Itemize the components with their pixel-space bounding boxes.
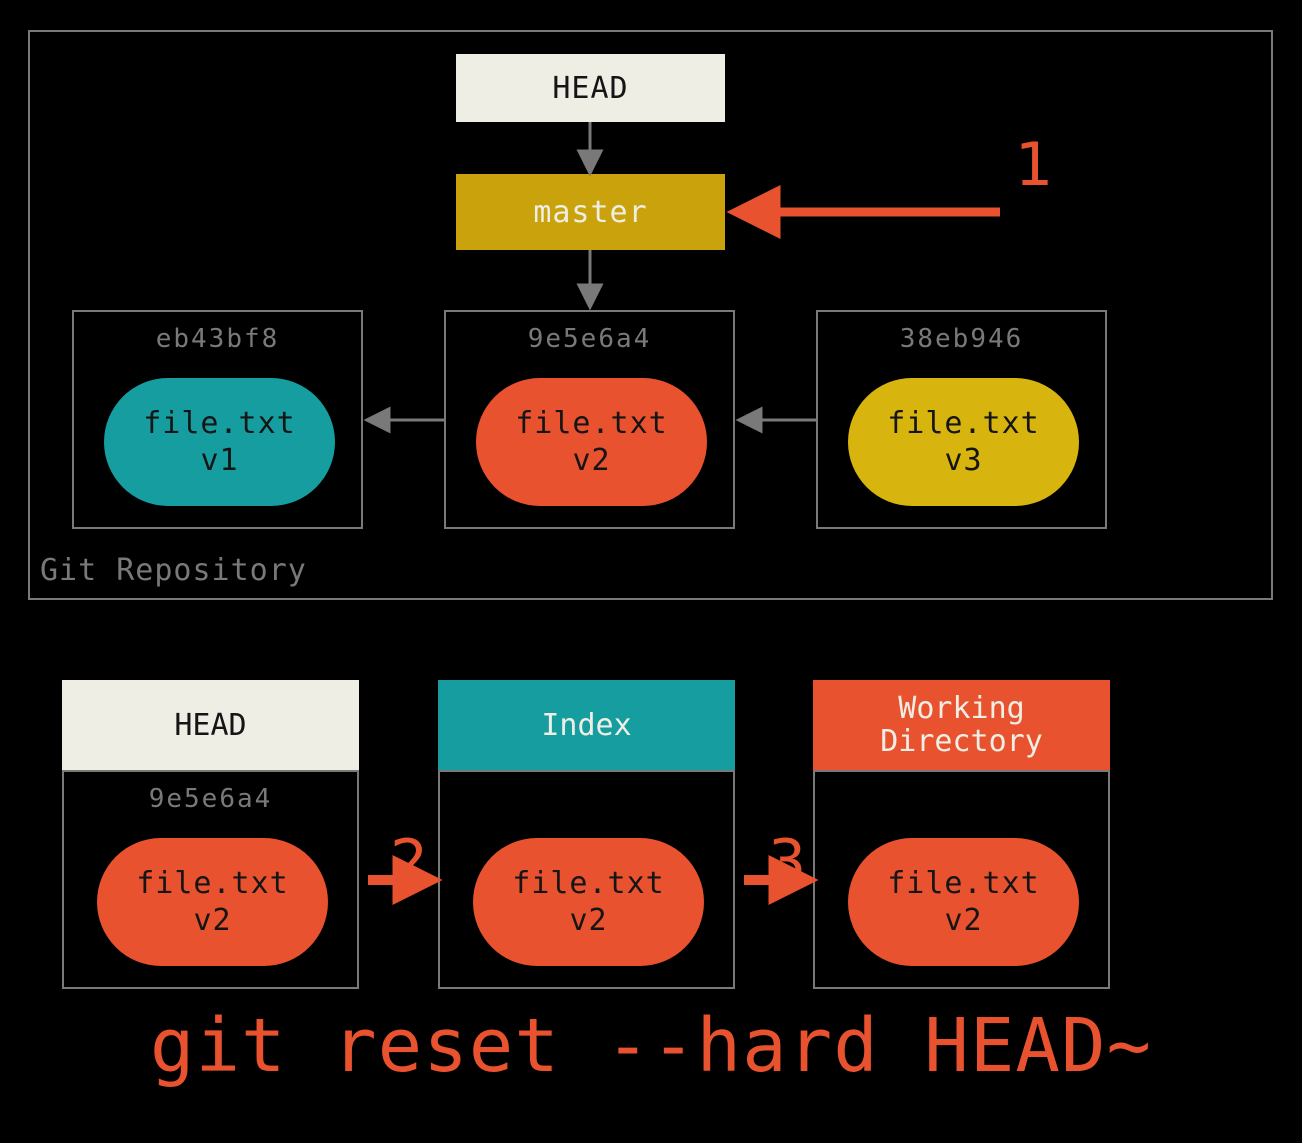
- step-3-label: 3: [768, 827, 806, 897]
- panel-hash: 9e5e6a4: [64, 784, 357, 814]
- file-name: file.txt: [143, 405, 296, 443]
- commit-hash: 9e5e6a4: [446, 324, 733, 354]
- commit-2: 9e5e6a4 file.txt v2: [444, 310, 735, 529]
- file-version: v2: [572, 442, 610, 480]
- panel-header: Working Directory: [813, 680, 1110, 770]
- repository-label: Git Repository: [40, 553, 307, 588]
- panel-head: HEAD 9e5e6a4 file.txt v2: [62, 680, 359, 989]
- commit-3: 38eb946 file.txt v3: [816, 310, 1107, 529]
- panel-title: Working Directory: [880, 692, 1043, 758]
- file-name: file.txt: [887, 405, 1040, 443]
- panel-body: file.txt v2: [813, 770, 1110, 989]
- panel-header: Index: [438, 680, 735, 770]
- file-pill: file.txt v1: [104, 378, 335, 506]
- file-version: v3: [944, 442, 982, 480]
- panel-title: Index: [541, 709, 631, 742]
- panel-title: HEAD: [174, 709, 246, 742]
- file-name: file.txt: [136, 865, 289, 903]
- git-command: git reset --hard HEAD~: [0, 1003, 1302, 1089]
- commit-1: eb43bf8 file.txt v1: [72, 310, 363, 529]
- file-name: file.txt: [512, 865, 665, 903]
- branch-master: master: [456, 174, 725, 250]
- file-pill: file.txt v2: [473, 838, 704, 966]
- panel-body: 9e5e6a4 file.txt v2: [62, 770, 359, 989]
- panel-body: file.txt v2: [438, 770, 735, 989]
- step-2-label: 2: [390, 827, 428, 897]
- commit-hash: eb43bf8: [74, 324, 361, 354]
- file-name: file.txt: [887, 865, 1040, 903]
- file-name: file.txt: [515, 405, 668, 443]
- panel-working-directory: Working Directory file.txt v2: [813, 680, 1110, 989]
- commit-hash: 38eb946: [818, 324, 1105, 354]
- file-version: v2: [944, 902, 982, 940]
- panel-index: Index file.txt v2: [438, 680, 735, 989]
- branch-label: master: [533, 195, 647, 230]
- file-pill: file.txt v2: [476, 378, 707, 506]
- file-version: v1: [200, 442, 238, 480]
- file-version: v2: [193, 902, 231, 940]
- head-label: HEAD: [552, 71, 628, 106]
- file-pill: file.txt v2: [848, 838, 1079, 966]
- file-pill: file.txt v3: [848, 378, 1079, 506]
- file-version: v2: [569, 902, 607, 940]
- head-pointer: HEAD: [456, 54, 725, 122]
- step-1-label: 1: [1015, 130, 1053, 200]
- panel-header: HEAD: [62, 680, 359, 770]
- file-pill: file.txt v2: [97, 838, 328, 966]
